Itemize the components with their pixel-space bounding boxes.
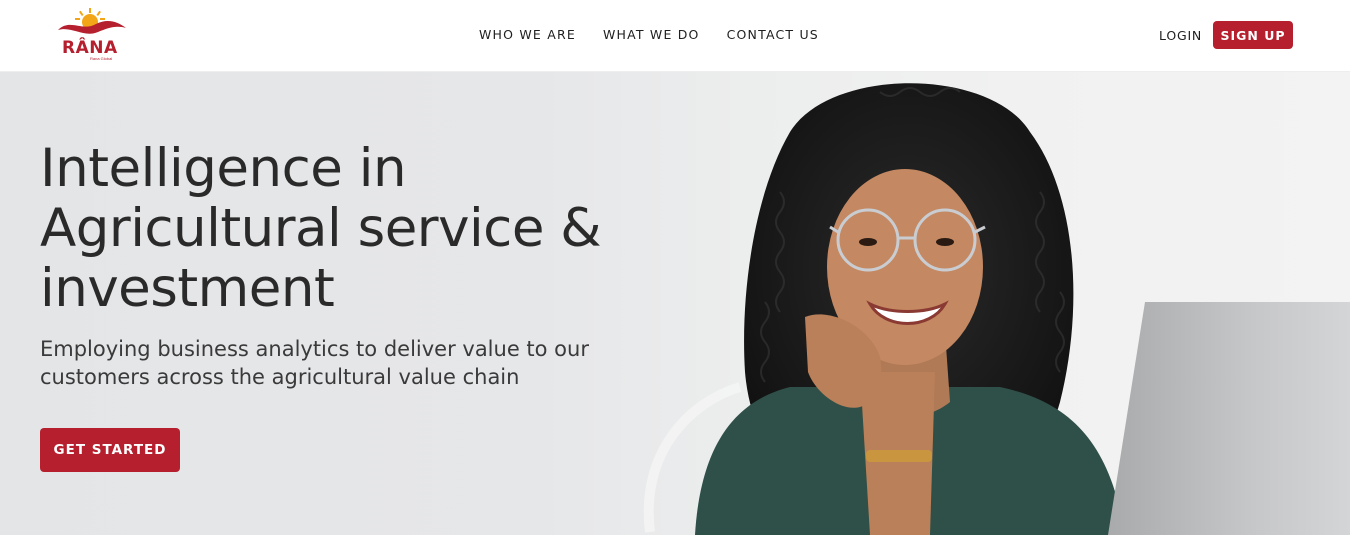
nav-link-contact-us[interactable]: CONTACT US	[727, 27, 819, 43]
get-started-button[interactable]: GET STARTED	[40, 428, 180, 472]
brand-logo[interactable]: RÂNA Rana Global	[56, 8, 128, 62]
hero-title: Intelligence in Agricultural service & i…	[40, 138, 602, 319]
hero-section: Intelligence in Agricultural service & i…	[0, 72, 1350, 535]
nav-link-what-we-do[interactable]: WHAT WE DO	[603, 27, 700, 43]
login-link[interactable]: LOGIN	[1159, 28, 1202, 43]
nav-link-who-we-are[interactable]: WHO WE ARE	[479, 27, 576, 43]
signup-button[interactable]: SIGN UP	[1213, 21, 1293, 49]
brand-subtext: Rana Global	[90, 56, 113, 61]
main-nav: WHO WE ARE WHAT WE DO CONTACT US	[479, 27, 819, 43]
site-header: RÂNA Rana Global WHO WE ARE WHAT WE DO C…	[0, 0, 1350, 72]
hero-subtitle: Employing business analytics to deliver …	[40, 337, 589, 389]
brand-name: RÂNA	[62, 38, 118, 58]
